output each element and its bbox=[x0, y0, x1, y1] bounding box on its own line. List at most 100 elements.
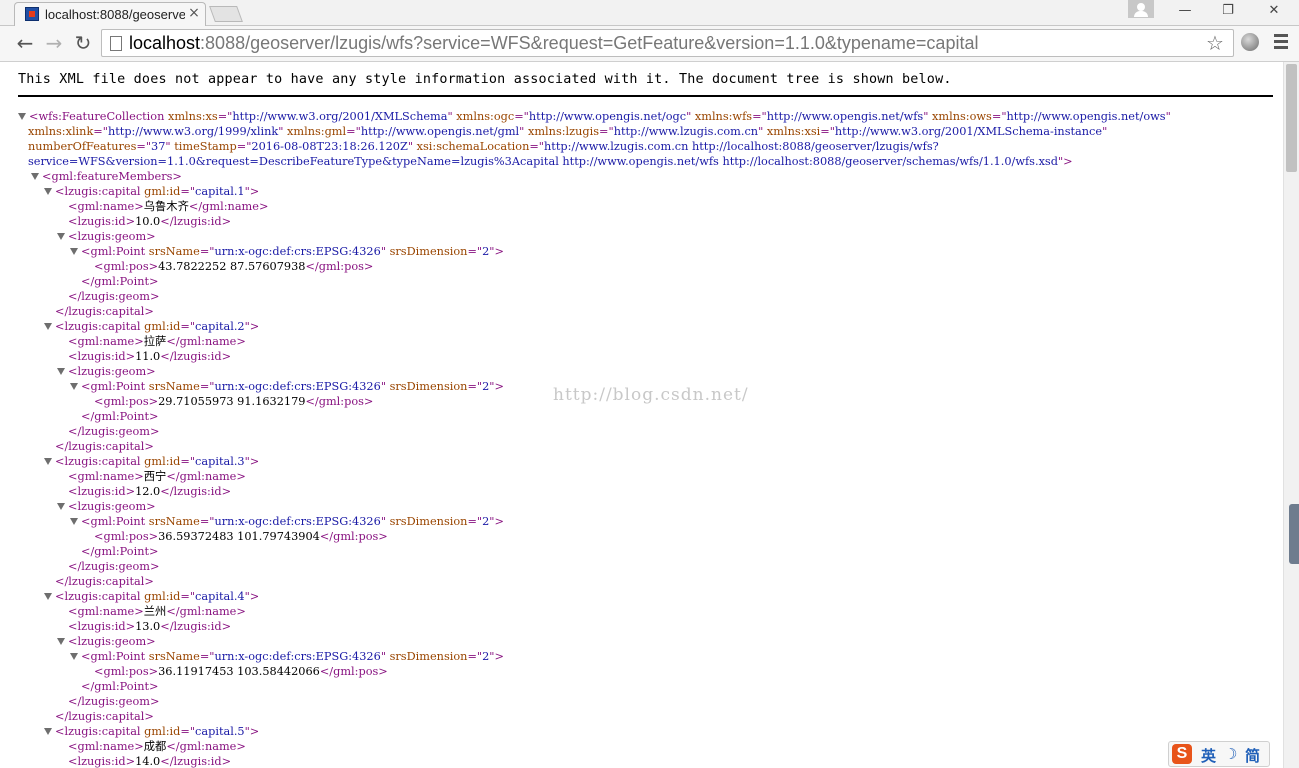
collapse-arrow-icon[interactable] bbox=[57, 233, 65, 240]
collapse-arrow-icon[interactable] bbox=[70, 518, 78, 525]
collapse-arrow-icon[interactable] bbox=[57, 503, 65, 510]
side-panel-handle[interactable] bbox=[1289, 504, 1299, 564]
xml-token: <wfs:FeatureCollection bbox=[29, 110, 168, 123]
close-window-button[interactable]: ✕ bbox=[1259, 0, 1289, 22]
xml-line: <gml:name>乌鲁木齐</gml:name> bbox=[68, 199, 268, 214]
xml-line: </lzugis:capital> bbox=[55, 709, 154, 724]
xml-token: <lzugis:capital bbox=[55, 590, 145, 603]
xml-token: http://www.opengis.net/ows bbox=[1006, 110, 1166, 123]
xml-token: xmlns:xs bbox=[167, 110, 218, 123]
scrollbar-thumb[interactable] bbox=[1286, 64, 1297, 172]
address-bar[interactable]: localhost:8088/geoserver/lzugis/wfs?serv… bbox=[101, 29, 1234, 57]
xml-token: <lzugis:id> bbox=[68, 485, 136, 498]
xml-line: <lzugis:geom> bbox=[68, 229, 156, 244]
collapse-arrow-icon[interactable] bbox=[57, 368, 65, 375]
xml-token: "> bbox=[489, 515, 504, 528]
xml-token: <gml:pos> bbox=[94, 530, 159, 543]
ime-language[interactable]: 英 bbox=[1201, 745, 1216, 766]
xml-line: <gml:pos>36.11917453 103.58442066</gml:p… bbox=[94, 664, 388, 679]
xml-token: </lzugis:id> bbox=[160, 485, 232, 498]
user-icon[interactable] bbox=[1128, 0, 1154, 18]
collapse-arrow-icon[interactable] bbox=[44, 323, 52, 330]
xml-line: </gml:Point> bbox=[81, 679, 158, 694]
xml-token: =" bbox=[93, 125, 108, 138]
xml-token: =" bbox=[820, 125, 835, 138]
xml-token: </gml:name> bbox=[166, 470, 246, 483]
url-host: localhost bbox=[129, 33, 201, 53]
xml-token: </gml:name> bbox=[166, 335, 246, 348]
xml-line: <lzugis:capital gml:id="capital.2"> bbox=[55, 319, 259, 334]
collapse-arrow-icon[interactable] bbox=[18, 113, 26, 120]
collapse-arrow-icon[interactable] bbox=[44, 458, 52, 465]
star-icon[interactable]: ☆ bbox=[1206, 31, 1224, 55]
xml-token: </gml:pos> bbox=[305, 395, 374, 408]
collapse-arrow-icon[interactable] bbox=[57, 638, 65, 645]
back-icon[interactable]: ← bbox=[12, 30, 38, 56]
xml-line: </gml:Point> bbox=[81, 274, 158, 289]
xml-token: </gml:Point> bbox=[81, 680, 159, 693]
collapse-arrow-icon[interactable] bbox=[70, 653, 78, 660]
xml-token: capital.4 bbox=[195, 590, 245, 603]
collapse-arrow-icon[interactable] bbox=[31, 173, 39, 180]
xml-token: </lzugis:id> bbox=[160, 620, 232, 633]
xml-token: =" bbox=[199, 380, 215, 393]
xml-token: 11.0 bbox=[135, 350, 161, 363]
xml-token: srsName bbox=[148, 515, 200, 528]
xml-token: <gml:pos> bbox=[94, 260, 159, 273]
xml-token: </gml:pos> bbox=[319, 530, 388, 543]
tab-title: localhost:8088/geoserve bbox=[45, 7, 185, 22]
xml-token: </lzugis:capital> bbox=[55, 440, 154, 453]
ime-toolbar[interactable]: S 英 ☽ 简 bbox=[1168, 741, 1270, 767]
collapse-arrow-icon[interactable] bbox=[44, 593, 52, 600]
xml-token: 36.11917453 103.58442066 bbox=[158, 665, 320, 678]
xml-token: srsDimension bbox=[389, 650, 468, 663]
new-tab-icon[interactable] bbox=[209, 6, 243, 22]
xml-token: <lzugis:geom> bbox=[68, 230, 156, 243]
xml-token: " bbox=[380, 515, 390, 528]
url-text[interactable]: localhost:8088/geoserver/lzugis/wfs?serv… bbox=[129, 33, 978, 54]
xml-token: =" bbox=[180, 590, 196, 603]
xml-token: xmlns:xlink bbox=[28, 125, 94, 138]
ime-moon-icon[interactable]: ☽ bbox=[1224, 745, 1237, 763]
xml-line: <gml:name>拉萨</gml:name> bbox=[68, 334, 246, 349]
xml-token: "> bbox=[244, 725, 260, 738]
vertical-scrollbar[interactable] bbox=[1283, 62, 1299, 768]
xml-token: =" bbox=[467, 380, 483, 393]
forward-icon[interactable]: → bbox=[41, 30, 67, 56]
collapse-arrow-icon[interactable] bbox=[70, 383, 78, 390]
close-icon[interactable]: × bbox=[187, 6, 201, 20]
collapse-arrow-icon[interactable] bbox=[44, 188, 52, 195]
extension-icon[interactable] bbox=[1241, 33, 1259, 51]
restore-button[interactable]: ❐ bbox=[1213, 0, 1243, 22]
tab-active[interactable]: localhost:8088/geoserve × bbox=[14, 2, 206, 26]
xml-token: capital.1 bbox=[195, 185, 245, 198]
xml-token: <gml:pos> bbox=[94, 665, 159, 678]
xml-token: "> bbox=[244, 185, 260, 198]
url-path: :8088/geoserver/lzugis/wfs?service=WFS&r… bbox=[200, 33, 979, 53]
xml-token: =" bbox=[180, 320, 196, 333]
xml-token: " bbox=[407, 140, 417, 153]
ime-mode[interactable]: 简 bbox=[1245, 745, 1260, 766]
ime-logo-icon[interactable]: S bbox=[1172, 744, 1192, 764]
reload-icon[interactable]: ↻ bbox=[70, 30, 96, 56]
xml-line: <gml:Point srsName="urn:x-ogc:def:crs:EP… bbox=[81, 244, 504, 259]
xml-token: </gml:name> bbox=[166, 605, 246, 618]
xml-token: </gml:pos> bbox=[319, 665, 388, 678]
minimize-button[interactable]: — bbox=[1170, 0, 1200, 22]
xml-token: " bbox=[923, 110, 933, 123]
xml-token: http://www.w3.org/1999/xlink bbox=[107, 125, 279, 138]
collapse-arrow-icon[interactable] bbox=[70, 248, 78, 255]
xml-token: " bbox=[380, 245, 390, 258]
xml-token: =" bbox=[199, 245, 215, 258]
xml-line: numberOfFeatures="37" timeStamp="2016-08… bbox=[28, 139, 939, 154]
xml-token: xsi:schemaLocation bbox=[416, 140, 530, 153]
xml-token: " bbox=[165, 140, 175, 153]
xml-token: srsName bbox=[148, 650, 200, 663]
xml-line: <lzugis:geom> bbox=[68, 499, 156, 514]
xml-token: <lzugis:id> bbox=[68, 350, 136, 363]
menu-icon[interactable] bbox=[1274, 34, 1288, 52]
xml-token: 37 bbox=[151, 140, 166, 153]
xml-token: http://www.w3.org/2001/XMLSchema-instanc… bbox=[834, 125, 1103, 138]
xml-token: <gml:Point bbox=[81, 515, 149, 528]
collapse-arrow-icon[interactable] bbox=[44, 728, 52, 735]
